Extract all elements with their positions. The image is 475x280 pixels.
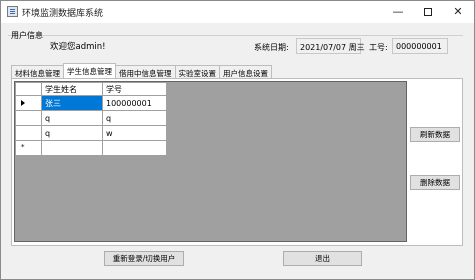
maximize-icon (424, 8, 432, 16)
title-bar[interactable]: 环境监测数据库系统 — ✕ (1, 1, 474, 23)
row-header[interactable] (15, 110, 42, 126)
new-row-marker: * (21, 143, 25, 151)
student-table: 学生姓名 学号 张三 100000001 q q q w * (15, 82, 167, 156)
column-header-id[interactable]: 学号 (102, 82, 167, 96)
tab-student-management[interactable]: 学生信息管理 (63, 63, 116, 78)
delete-data-button[interactable]: 删除数据 (410, 175, 460, 190)
employee-id-label: 工号: (369, 43, 388, 52)
table-cell-id[interactable]: 100000001 (102, 95, 167, 111)
current-row-arrow-icon (21, 100, 25, 106)
close-button[interactable]: ✕ (444, 1, 472, 23)
exit-button[interactable]: 退出 (283, 251, 362, 266)
table-cell-name[interactable]: 张三 (41, 95, 103, 111)
system-date-label: 系统日期: (254, 43, 289, 52)
row-header[interactable] (15, 125, 42, 141)
table-header-row: 学生姓名 学号 (15, 82, 167, 96)
row-header[interactable]: * (15, 140, 42, 156)
tab-material-management[interactable]: 材料信息管理 (11, 65, 64, 78)
tab-user-settings[interactable]: 用户信息设置 (219, 65, 272, 78)
minimize-button[interactable]: — (384, 1, 412, 23)
app-icon (7, 6, 18, 17)
table-cell-id[interactable] (102, 140, 167, 156)
table-cell-name[interactable] (41, 140, 103, 156)
new-row[interactable]: * (15, 140, 167, 156)
student-data-grid[interactable]: 学生姓名 学号 张三 100000001 q q q w * (14, 81, 407, 242)
user-info-group-title: 用户信息 (11, 31, 43, 40)
window-title: 环境监测数据库系统 (22, 9, 104, 19)
table-row[interactable]: q q (15, 110, 167, 126)
employee-id-field[interactable]: 000000001 (392, 38, 448, 54)
system-date-field[interactable]: 2021/07/07 周三 (296, 38, 365, 54)
row-header[interactable] (15, 95, 42, 111)
corner-header[interactable] (15, 82, 42, 96)
tab-strip: 材料信息管理 学生信息管理 借用中信息管理 实验室设置 用户信息设置 (11, 63, 272, 79)
table-row[interactable]: 张三 100000001 (15, 95, 167, 111)
column-header-name[interactable]: 学生姓名 (41, 82, 103, 96)
refresh-data-button[interactable]: 刷新数据 (410, 127, 460, 142)
relogin-switch-user-button[interactable]: 重新登录/切换用户 (104, 251, 184, 266)
table-cell-name[interactable]: q (41, 110, 103, 126)
table-cell-id[interactable]: q (102, 110, 167, 126)
welcome-text: 欢迎您admin! (50, 42, 106, 52)
tab-lab-settings[interactable]: 实验室设置 (174, 65, 220, 78)
table-row[interactable]: q w (15, 125, 167, 141)
maximize-button[interactable] (414, 1, 442, 23)
table-cell-id[interactable]: w (102, 125, 167, 141)
table-cell-name[interactable]: q (41, 125, 103, 141)
tab-borrowing-management[interactable]: 借用中信息管理 (115, 65, 176, 78)
